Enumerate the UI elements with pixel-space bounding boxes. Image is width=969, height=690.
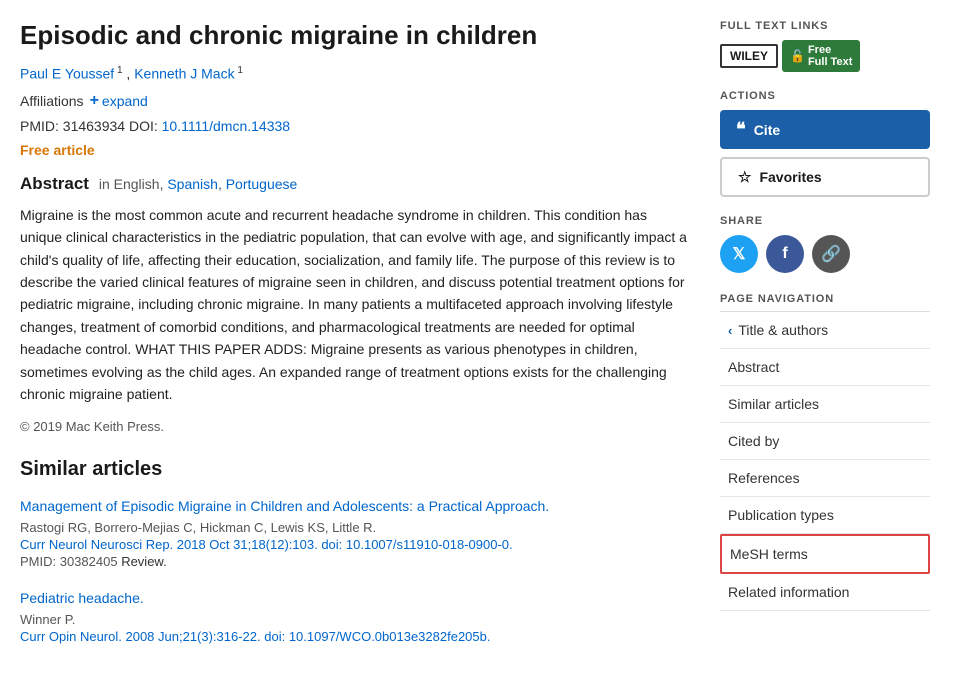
similar-article-2-authors: Winner P. — [20, 612, 690, 627]
nav-title-authors[interactable]: ‹ Title & authors — [720, 312, 930, 349]
sidebar: FULL TEXT LINKS WILEY 🔓 FreeFull Text AC… — [720, 20, 930, 664]
actions-label: ACTIONS — [720, 90, 930, 102]
main-content: Episodic and chronic migraine in childre… — [20, 20, 720, 664]
abstract-lang-links: in English, Spanish, Portuguese — [99, 176, 297, 192]
abstract-section: Abstract in English, Spanish, Portuguese… — [20, 174, 690, 435]
lang-spanish-link[interactable]: Spanish — [167, 176, 218, 192]
abstract-heading: Abstract — [20, 174, 89, 193]
facebook-share-button[interactable]: f — [766, 235, 804, 273]
similar-article-1-authors: Rastogi RG, Borrero-Mejias C, Hickman C,… — [20, 520, 690, 535]
nav-references[interactable]: References — [720, 460, 930, 497]
nav-arrow-icon: ‹ — [728, 323, 732, 338]
twitter-icon: 𝕏 — [733, 244, 746, 264]
nav-similar-articles[interactable]: Similar articles — [720, 386, 930, 423]
full-text-badges: WILEY 🔓 FreeFull Text — [720, 40, 930, 72]
twitter-share-button[interactable]: 𝕏 — [720, 235, 758, 273]
nav-references-label: References — [728, 470, 800, 486]
abstract-text: Migraine is the most common acute and re… — [20, 204, 690, 406]
page-nav-label: PAGE NAVIGATION — [720, 293, 930, 305]
similar-article-1-journal: Curr Neurol Neurosci Rep. 2018 Oct 31;18… — [20, 537, 690, 552]
authors-line: Paul E Youssef 1 , Kenneth J Mack 1 — [20, 65, 690, 82]
unlock-icon: 🔓 — [790, 49, 805, 63]
free-full-text-label: FreeFull Text — [808, 44, 852, 68]
nav-related-information-label: Related information — [728, 584, 849, 600]
full-text-links-label: FULL TEXT LINKS — [720, 20, 930, 32]
similar-article-2-title[interactable]: Pediatric headache. — [20, 590, 144, 606]
copyright-text: © 2019 Mac Keith Press. — [20, 419, 690, 434]
favorites-button[interactable]: ☆ Favorites — [720, 157, 930, 197]
nav-mesh-terms-label: MeSH terms — [730, 546, 808, 562]
favorites-label: Favorites — [759, 169, 821, 185]
page-nav-section: PAGE NAVIGATION ‹ Title & authors Abstra… — [720, 293, 930, 611]
free-article-badge: Free article — [20, 142, 690, 158]
star-icon: ☆ — [738, 168, 751, 186]
share-buttons: 𝕏 f 🔗 — [720, 235, 930, 273]
affiliations-row: Affiliations + expand — [20, 92, 690, 110]
nav-cited-by-label: Cited by — [728, 433, 779, 449]
cite-button[interactable]: ❝ Cite — [720, 110, 930, 149]
pmid-value: 31463934 — [63, 118, 125, 134]
nav-title-authors-label: Title & authors — [738, 322, 828, 338]
abstract-header: Abstract in English, Spanish, Portuguese — [20, 174, 690, 194]
share-section: SHARE 𝕏 f 🔗 — [720, 215, 930, 273]
pmid-doi-row: PMID: 31463934 DOI: 10.1111/dmcn.14338 — [20, 118, 690, 134]
similar-articles-section: Similar articles Management of Episodic … — [20, 458, 690, 643]
cite-label: Cite — [754, 122, 780, 138]
facebook-icon: f — [782, 245, 787, 263]
nav-publication-types[interactable]: Publication types — [720, 497, 930, 534]
quote-icon: ❝ — [736, 119, 746, 140]
doi-link[interactable]: 10.1111/dmcn.14338 — [162, 118, 290, 134]
link-icon: 🔗 — [821, 244, 841, 264]
nav-publication-types-label: Publication types — [728, 507, 834, 523]
similar-article-1-pmid: PMID: 30382405 Review. — [20, 554, 690, 569]
article-title: Episodic and chronic migraine in childre… — [20, 20, 690, 51]
actions-section: ACTIONS ❝ Cite ☆ Favorites — [720, 90, 930, 197]
nav-abstract[interactable]: Abstract — [720, 349, 930, 386]
free-full-text-button[interactable]: 🔓 FreeFull Text — [782, 40, 860, 72]
list-item: Pediatric headache. Winner P. Curr Opin … — [20, 589, 690, 644]
author-2-link[interactable]: Kenneth J Mack — [134, 66, 234, 82]
affiliations-expand-link[interactable]: + expand — [90, 92, 148, 110]
similar-article-1-title[interactable]: Management of Episodic Migraine in Child… — [20, 498, 549, 514]
list-item: Management of Episodic Migraine in Child… — [20, 497, 690, 569]
wiley-button[interactable]: WILEY — [720, 44, 778, 68]
affiliations-label: Affiliations — [20, 93, 84, 109]
lang-portuguese-link[interactable]: Portuguese — [226, 176, 298, 192]
similar-article-2-journal: Curr Opin Neurol. 2008 Jun;21(3):316-22.… — [20, 629, 690, 644]
plus-icon: + — [90, 92, 99, 110]
copy-link-button[interactable]: 🔗 — [812, 235, 850, 273]
nav-similar-articles-label: Similar articles — [728, 396, 819, 412]
nav-cited-by[interactable]: Cited by — [720, 423, 930, 460]
doi-label: DOI: — [129, 118, 158, 134]
full-text-links-section: FULL TEXT LINKS WILEY 🔓 FreeFull Text — [720, 20, 930, 72]
similar-articles-heading: Similar articles — [20, 458, 690, 481]
nav-abstract-label: Abstract — [728, 359, 779, 375]
author-2-sup: 1 — [235, 65, 243, 76]
review-badge: Review. — [121, 554, 167, 569]
nav-mesh-terms[interactable]: MeSH terms — [720, 534, 930, 574]
author-1-link[interactable]: Paul E Youssef — [20, 66, 114, 82]
author-1-sup: 1 — [114, 65, 122, 76]
nav-related-information[interactable]: Related information — [720, 574, 930, 611]
pmid-label: PMID: — [20, 118, 59, 134]
expand-label: expand — [102, 93, 148, 109]
share-label: SHARE — [720, 215, 930, 227]
